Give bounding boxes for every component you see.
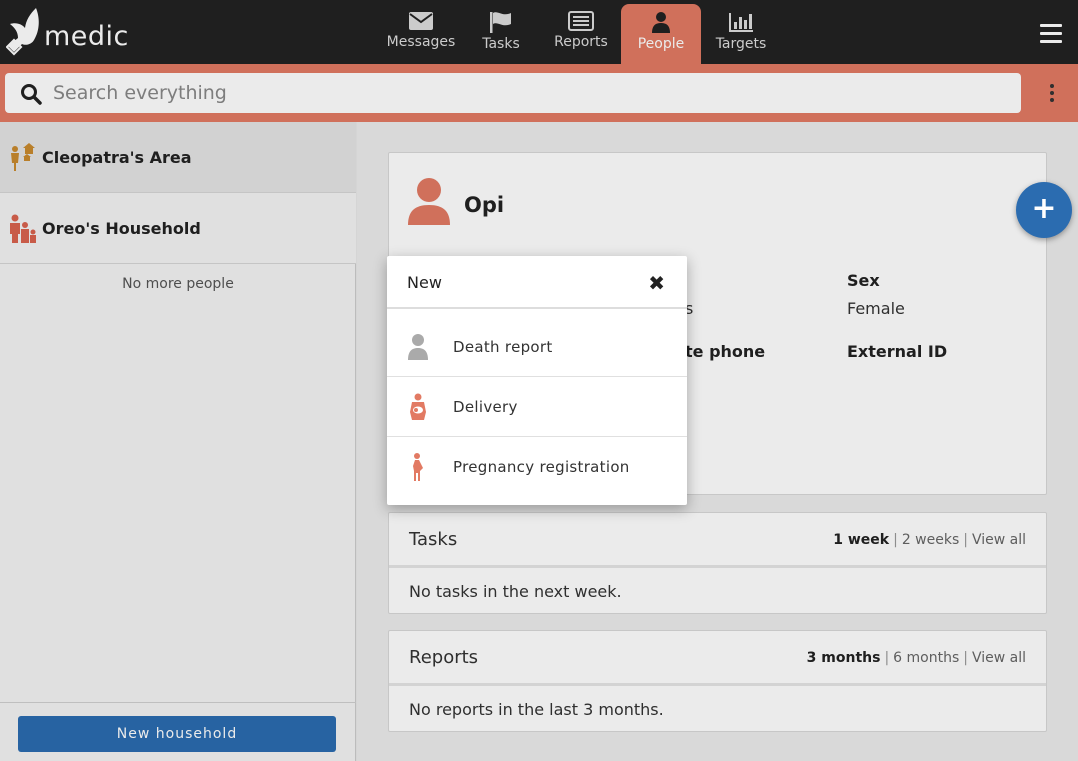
delivery-icon — [410, 393, 426, 420]
add-new-button[interactable]: + — [1016, 182, 1072, 238]
death-report-label: Death report — [453, 337, 553, 356]
popup-item-delivery[interactable]: Delivery — [387, 377, 687, 437]
new-action-popup: New ✖ Death report Delivery Pregnancy re… — [387, 256, 687, 505]
delivery-label: Delivery — [453, 397, 518, 416]
popup-title: New — [407, 273, 442, 292]
popup-item-death-report[interactable]: Death report — [387, 317, 687, 377]
pregnancy-registration-label: Pregnancy registration — [453, 458, 630, 476]
popup-header: New ✖ — [387, 256, 687, 309]
pregnancy-icon — [413, 453, 423, 481]
person-grey-icon — [408, 333, 428, 360]
popup-item-pregnancy-registration[interactable]: Pregnancy registration — [387, 437, 687, 497]
close-icon[interactable]: ✖ — [648, 271, 665, 295]
